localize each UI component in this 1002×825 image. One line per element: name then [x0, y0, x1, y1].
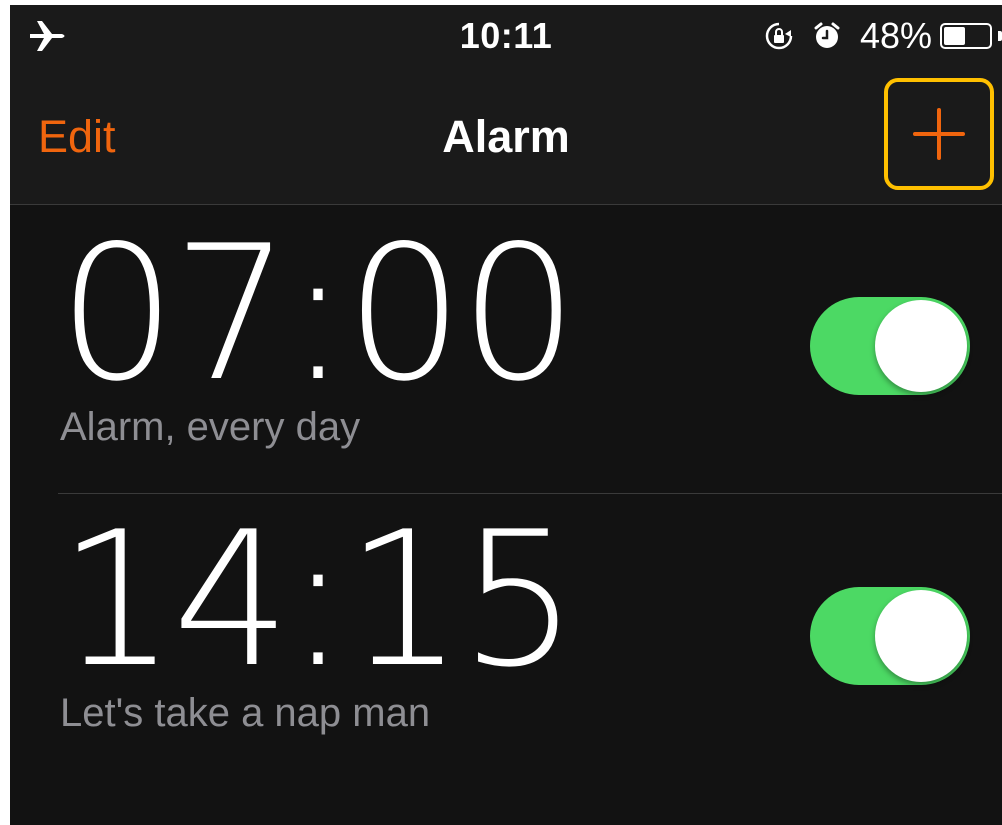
alarm-clock-icon	[814, 22, 840, 48]
navigation-bar: Edit Alarm	[10, 67, 1002, 205]
alarm-time: 14:15	[58, 491, 578, 708]
add-alarm-button[interactable]	[884, 78, 994, 190]
alarm-label: Let's take a nap man	[60, 691, 431, 735]
battery-icon	[940, 23, 992, 49]
plus-icon	[913, 108, 965, 160]
battery-percentage: 48%	[859, 15, 932, 56]
status-bar: 10:11 48%	[10, 5, 1002, 67]
alarm-row[interactable]: 14:15 Let's take a nap man	[58, 491, 1002, 780]
alarm-time: 07:00	[58, 205, 578, 422]
battery-tip	[998, 31, 1002, 41]
alarm-row[interactable]: 07:00 Alarm, every day	[58, 205, 1002, 494]
toggle-knob	[875, 590, 967, 682]
status-right-group: 48%	[764, 5, 1002, 67]
alarm-screen: 10:11 48% Edit Alarm 07:00 Alarm, every …	[10, 5, 1002, 825]
rotation-lock-icon	[765, 22, 793, 50]
alarm-toggle[interactable]	[810, 297, 970, 395]
alarm-label: Alarm, every day	[60, 405, 361, 449]
toggle-knob	[875, 300, 967, 392]
alarm-toggle[interactable]	[810, 587, 970, 685]
page-title: Alarm	[442, 111, 570, 162]
battery-fill	[944, 27, 965, 45]
bottom-area	[10, 779, 1002, 825]
